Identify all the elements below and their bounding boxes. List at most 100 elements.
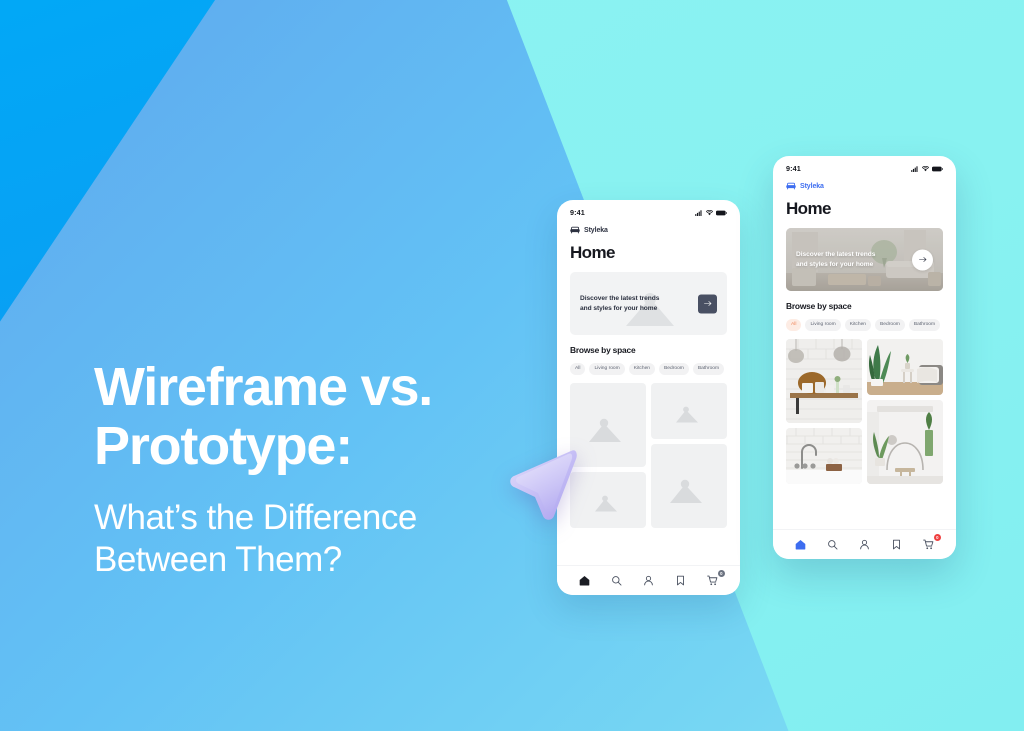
bottom-nav: 0 — [773, 529, 956, 559]
banner-text-line-2: and styles for your home — [580, 304, 658, 312]
banner-text-line-1: Discover the latest trends — [580, 294, 660, 302]
grid-column-right — [867, 339, 943, 485]
home-icon — [795, 539, 805, 550]
bottom-nav: 0 — [557, 565, 740, 595]
chip-bathroom[interactable]: Bathroom — [908, 319, 941, 332]
arrow-right-icon — [703, 301, 711, 306]
cart-icon — [707, 575, 718, 586]
banner-next-button[interactable] — [698, 294, 717, 313]
chip-all[interactable]: All — [786, 319, 802, 332]
nav-profile[interactable] — [638, 571, 658, 591]
kitchen-shelf-photo — [786, 339, 862, 424]
chip-bedroom[interactable]: Bedroom — [875, 319, 905, 332]
image-placeholder-icon — [676, 406, 698, 423]
cart-badge: 0 — [717, 569, 725, 577]
signal-icon — [911, 165, 918, 172]
banner-text: Discover the latest trends and styles fo… — [580, 293, 659, 313]
battery-icon — [932, 166, 943, 171]
search-icon — [611, 576, 622, 586]
hero-banner[interactable]: Discover the latest trends and styles fo… — [786, 228, 943, 291]
status-time: 9:41 — [786, 164, 801, 173]
cart-badge: 0 — [933, 533, 941, 541]
category-chip-list: All Living room Kitchen Bedroom Bathroom — [557, 355, 740, 376]
status-bar: 9:41 — [557, 200, 740, 219]
grid-item[interactable] — [570, 472, 646, 529]
bathroom-arch-photo — [867, 400, 943, 485]
bookmark-icon — [893, 539, 901, 550]
grid-column-left — [570, 383, 646, 529]
chip-kitchen[interactable]: Kitchen — [844, 319, 872, 332]
home-icon — [579, 575, 589, 586]
chip-all[interactable]: All — [570, 363, 586, 376]
brand-name: Styleka — [800, 182, 824, 190]
chip-living-room[interactable]: Living room — [805, 319, 841, 332]
banner-text-line-1: Discover the latest trends — [796, 250, 876, 258]
nav-cart[interactable]: 0 — [919, 533, 941, 555]
nav-bookmark[interactable] — [671, 571, 691, 591]
chip-bathroom[interactable]: Bathroom — [692, 363, 725, 376]
hero-banner[interactable]: Discover the latest trends and styles fo… — [570, 272, 727, 335]
brand-name: Styleka — [584, 226, 608, 234]
status-time: 9:41 — [570, 208, 585, 217]
nav-cart[interactable]: 0 — [703, 569, 725, 591]
grid-item[interactable] — [786, 428, 862, 485]
nav-search[interactable] — [822, 535, 842, 555]
chip-kitchen[interactable]: Kitchen — [628, 363, 656, 376]
grid-item[interactable] — [651, 383, 727, 440]
status-icon-group — [911, 165, 943, 172]
search-icon — [827, 540, 838, 550]
banner-next-button[interactable] — [912, 249, 933, 270]
title-line-1: Wireframe vs. — [94, 357, 433, 417]
chip-living-room[interactable]: Living room — [589, 363, 625, 376]
prototype-phone: 9:41 Styleka Home Discover the latest tr… — [773, 156, 956, 559]
grid-column-left — [786, 339, 862, 485]
nav-home[interactable] — [790, 535, 810, 555]
cart-icon — [923, 539, 934, 550]
screen-title: Home — [786, 199, 831, 218]
status-bar: 9:41 — [773, 156, 956, 175]
grid-item[interactable] — [786, 339, 862, 424]
arrow-right-icon — [918, 257, 926, 262]
section-title-browse: Browse by space — [570, 345, 636, 355]
wifi-icon — [706, 209, 713, 215]
bookmark-icon — [677, 575, 685, 586]
grid-item[interactable] — [867, 339, 943, 396]
status-icon-group — [695, 209, 727, 216]
nav-bookmark[interactable] — [887, 535, 907, 555]
nav-profile[interactable] — [854, 535, 874, 555]
grid-item[interactable] — [867, 400, 943, 485]
grid-column-right — [651, 383, 727, 529]
brand-row[interactable]: Styleka — [773, 175, 956, 190]
chip-bedroom[interactable]: Bedroom — [659, 363, 689, 376]
nav-home[interactable] — [574, 571, 594, 591]
wireframe-phone: 9:41 Styleka Home Discover the latest tr… — [557, 200, 740, 595]
subtitle: What’s the Difference Between Them? — [94, 497, 524, 582]
person-icon — [860, 539, 869, 550]
wifi-icon — [922, 165, 929, 171]
image-placeholder-icon — [595, 495, 617, 512]
subtitle-line-1: What’s the Difference — [94, 497, 417, 537]
nav-search[interactable] — [606, 571, 626, 591]
space-grid — [557, 375, 740, 529]
space-grid — [773, 331, 956, 485]
brand-row[interactable]: Styleka — [557, 219, 740, 234]
sofa-icon — [570, 226, 580, 234]
living-room-plants-photo — [867, 339, 943, 396]
section-title-browse: Browse by space — [786, 301, 852, 311]
title-line-2: Prototype: — [94, 416, 353, 477]
category-chip-list: All Living room Kitchen Bedroom Bathroom — [773, 311, 956, 332]
bathroom-sink-photo — [786, 428, 862, 485]
battery-icon — [716, 210, 727, 215]
grid-item[interactable] — [570, 383, 646, 468]
signal-icon — [695, 209, 702, 216]
grid-item[interactable] — [651, 444, 727, 529]
screen-title: Home — [570, 243, 615, 262]
headline-block: Wireframe vs. Prototype: What’s the Diff… — [94, 357, 524, 582]
sofa-icon — [786, 182, 796, 190]
page-title: Wireframe vs. Prototype: — [94, 357, 524, 477]
image-placeholder-icon — [670, 480, 702, 504]
person-icon — [644, 575, 653, 586]
banner-text-line-2: and styles for your home — [796, 260, 874, 268]
subtitle-line-2: Between Them? — [94, 540, 342, 580]
3d-cursor-arrow — [510, 450, 577, 520]
